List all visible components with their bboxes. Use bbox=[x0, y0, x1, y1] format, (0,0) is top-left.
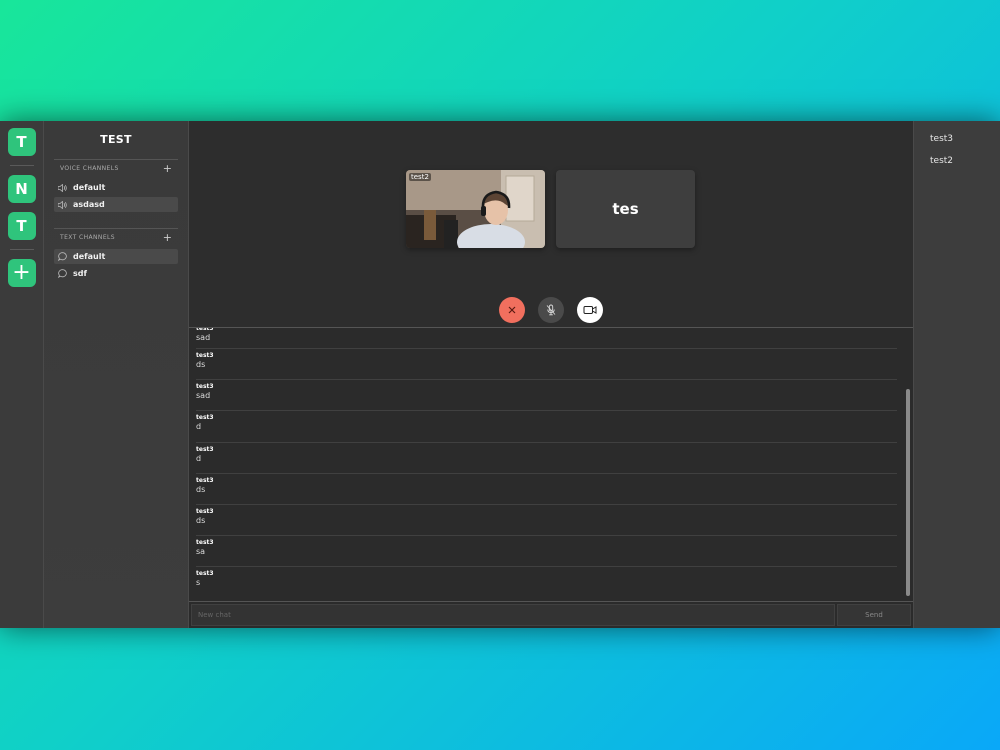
message-author: test3 bbox=[196, 414, 214, 422]
chat-composer: Send bbox=[189, 601, 913, 628]
mic-off-icon bbox=[546, 304, 556, 316]
message-text: ds bbox=[196, 484, 206, 494]
message-item: test3 sad bbox=[196, 328, 897, 349]
voice-channel-asdasd[interactable]: asdasd bbox=[54, 197, 178, 212]
chat-input[interactable] bbox=[191, 604, 835, 626]
participant-video-tile[interactable]: test2 bbox=[406, 170, 545, 248]
webcam-video-feed bbox=[406, 170, 545, 248]
rail-divider bbox=[9, 165, 34, 166]
message-text: sad bbox=[196, 333, 211, 342]
main-area: test2 tes test3 sad test3 ds test3 sad t… bbox=[189, 121, 913, 628]
message-author: test3 bbox=[196, 383, 214, 391]
speaker-icon bbox=[58, 200, 68, 210]
message-list: test3 sad test3 ds test3 sad test3 d tes… bbox=[189, 328, 913, 601]
mute-mic-button[interactable] bbox=[538, 297, 564, 323]
message-item: test3 sa bbox=[196, 536, 897, 568]
camera-toggle-button[interactable] bbox=[577, 297, 603, 323]
rail-divider bbox=[9, 249, 34, 250]
message-text: ds bbox=[196, 515, 206, 525]
message-text: sa bbox=[196, 547, 206, 557]
member-list: test3 test2 bbox=[913, 121, 1000, 628]
participant-avatar-tile[interactable]: tes bbox=[556, 170, 695, 248]
text-channel-default[interactable]: default bbox=[54, 249, 178, 264]
participant-name: test2 bbox=[409, 173, 431, 181]
voice-channel-default[interactable]: default bbox=[54, 180, 178, 195]
server-title: TEST bbox=[100, 133, 132, 146]
call-controls bbox=[499, 297, 603, 323]
add-voice-channel-button[interactable]: + bbox=[163, 163, 172, 174]
voice-channel-label: asdasd bbox=[73, 200, 105, 209]
call-area: test2 tes bbox=[189, 121, 913, 328]
message-text: d bbox=[196, 453, 202, 463]
app-window: T N T + TEST VOICE CHANNELS + default as… bbox=[0, 121, 1000, 628]
text-channel-label: default bbox=[73, 252, 106, 261]
member-item[interactable]: test2 bbox=[930, 156, 1000, 166]
video-camera-icon bbox=[583, 306, 597, 314]
voice-channels-header: VOICE CHANNELS + bbox=[54, 159, 178, 174]
message-item: test3 s bbox=[196, 567, 897, 598]
server-rail: T N T + bbox=[0, 121, 44, 628]
message-item: test3 ds bbox=[196, 505, 897, 537]
server-icon-t[interactable]: T bbox=[7, 128, 36, 156]
message-text: s bbox=[196, 578, 201, 588]
message-item: test3 ds bbox=[196, 474, 897, 505]
message-text: ds bbox=[196, 360, 206, 369]
message-author: test3 bbox=[196, 445, 214, 453]
message-text: sad bbox=[196, 391, 211, 401]
text-channel-sdf[interactable]: sdf bbox=[54, 266, 178, 281]
voice-channels-title: VOICE CHANNELS bbox=[60, 165, 119, 172]
message-item: test3 d bbox=[196, 411, 897, 443]
message-item: test3 d bbox=[196, 443, 897, 474]
message-author: test3 bbox=[196, 570, 214, 578]
chat-bubble-icon bbox=[58, 269, 68, 279]
text-channels-header: TEXT CHANNELS + bbox=[54, 228, 178, 243]
add-server-button[interactable]: + bbox=[7, 259, 36, 287]
speaker-icon bbox=[58, 183, 68, 193]
send-button[interactable]: Send bbox=[837, 604, 911, 626]
message-author: test3 bbox=[196, 539, 214, 547]
voice-channel-label: default bbox=[73, 183, 106, 192]
close-icon bbox=[508, 306, 516, 314]
message-text: d bbox=[196, 422, 202, 432]
text-channels-title: TEXT CHANNELS bbox=[60, 234, 115, 241]
channel-panel: TEST VOICE CHANNELS + default asdasd TEX… bbox=[44, 121, 189, 628]
message-item: test3 sad bbox=[196, 380, 897, 412]
server-icon-n[interactable]: N bbox=[7, 175, 36, 203]
message-author: test3 bbox=[196, 507, 214, 515]
member-item[interactable]: test3 bbox=[930, 134, 1000, 144]
chat-bubble-icon bbox=[58, 252, 68, 262]
text-channel-label: sdf bbox=[73, 269, 87, 278]
server-icon-t2[interactable]: T bbox=[7, 212, 36, 240]
message-author: test3 bbox=[196, 476, 214, 484]
add-text-channel-button[interactable]: + bbox=[163, 232, 172, 243]
end-call-button[interactable] bbox=[499, 297, 525, 323]
participant-name: tes bbox=[612, 200, 639, 218]
message-author: test3 bbox=[196, 352, 214, 359]
message-item: test3 ds bbox=[196, 349, 897, 381]
message-scrollbar[interactable] bbox=[906, 389, 910, 596]
